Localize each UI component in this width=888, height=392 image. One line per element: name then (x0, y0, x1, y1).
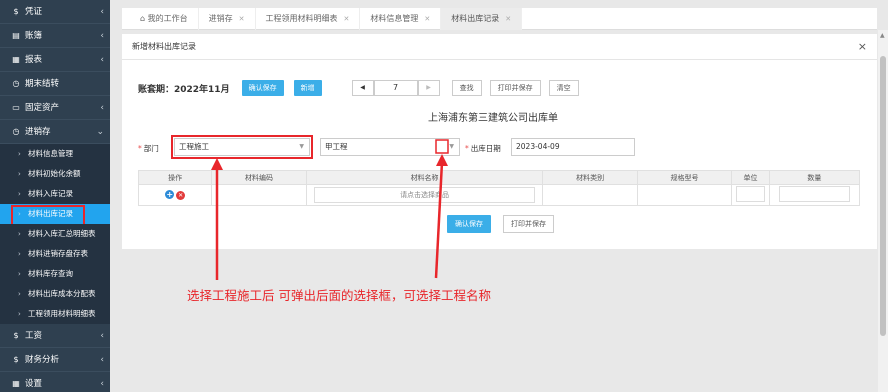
project-select-highlight (435, 139, 449, 154)
arrow-to-department (211, 158, 223, 280)
arrow-to-project (434, 154, 448, 279)
annotation-arrows (211, 139, 449, 280)
annotation-text: 选择工程施工后 可弹出后面的选择框，可选择工程名称 (187, 288, 491, 303)
